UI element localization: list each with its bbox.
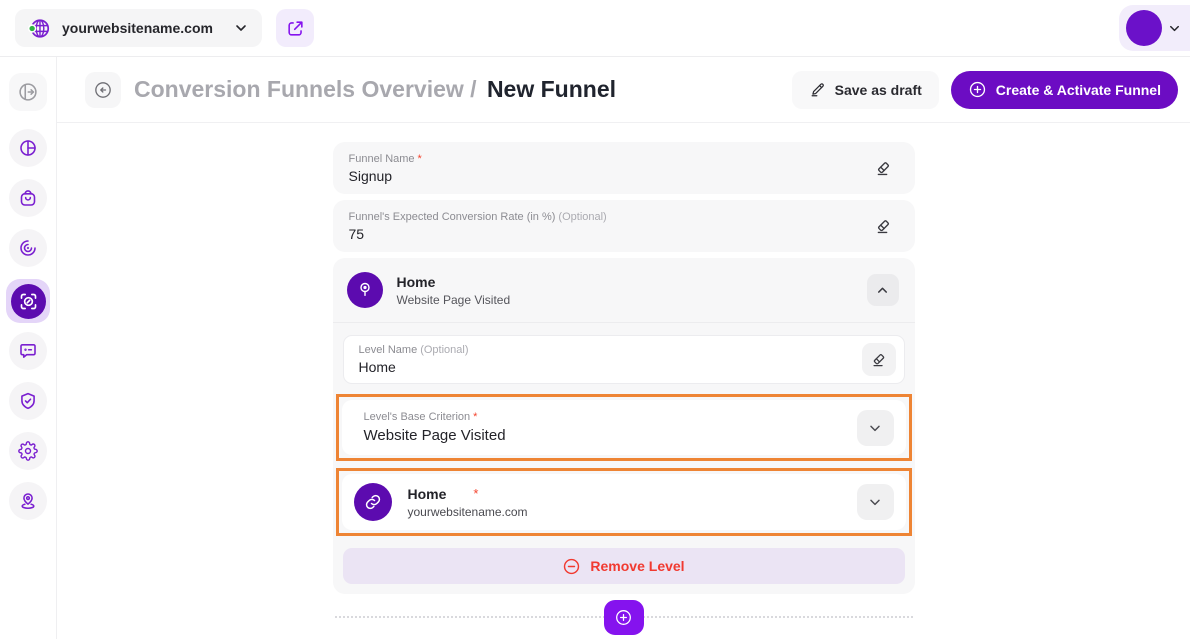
sidebar-item-dashboard[interactable]	[9, 129, 47, 167]
chevron-down-icon	[1167, 21, 1182, 36]
level-name-field[interactable]: Level Name(Optional) Home	[343, 335, 905, 384]
level-name-label: Level Name(Optional)	[359, 344, 862, 356]
plus-circle-icon	[968, 80, 987, 99]
expected-rate-field[interactable]: Funnel's Expected Conversion Rate (in %)…	[333, 200, 915, 252]
sidebar-item-behaviour[interactable]	[9, 229, 47, 267]
sidebar-item-location[interactable]	[9, 482, 47, 520]
chevron-down-icon	[867, 420, 883, 436]
chevron-down-icon	[233, 20, 249, 36]
funnel-name-label: Funnel Name*	[349, 153, 868, 165]
expected-rate-value: 75	[349, 226, 868, 242]
website-globe-icon	[28, 17, 51, 40]
level-card-header[interactable]: Home Website Page Visited	[343, 270, 905, 322]
edit-funnel-name-button[interactable]	[868, 158, 899, 179]
website-selector-value: yourwebsitename.com	[62, 20, 213, 36]
location-pin-icon	[18, 491, 38, 511]
sidebar-item-ecommerce[interactable]	[9, 179, 47, 217]
minus-circle-icon	[562, 557, 581, 576]
chat-bot-icon	[18, 341, 38, 361]
website-selector[interactable]: yourwebsitename.com	[15, 9, 262, 47]
main-area: Conversion Funnels Overview / New Funnel…	[57, 57, 1190, 639]
edit-expected-rate-button[interactable]	[868, 216, 899, 237]
funnel-form: Funnel Name* Signup Funnel's Expect	[57, 123, 1190, 639]
sidebar-item-settings[interactable]	[9, 432, 47, 470]
required-mark: *	[473, 486, 478, 501]
plus-circle-icon	[614, 608, 633, 627]
collapse-level-button[interactable]	[867, 274, 899, 306]
expected-rate-label: Funnel's Expected Conversion Rate (in %)…	[349, 211, 868, 223]
funnel-name-field[interactable]: Funnel Name* Signup	[333, 142, 915, 194]
shopping-bag-icon	[18, 188, 38, 208]
shield-check-icon	[18, 391, 38, 411]
pencil-icon	[809, 81, 826, 98]
sidebar-item-conversion-funnels[interactable]	[6, 279, 50, 323]
pin-marker-icon	[355, 280, 375, 300]
create-activate-funnel-label: Create & Activate Funnel	[996, 82, 1161, 98]
save-as-draft-button[interactable]: Save as draft	[792, 71, 939, 109]
breadcrumb[interactable]: Conversion Funnels Overview /	[134, 76, 477, 102]
pie-chart-icon	[18, 138, 38, 158]
open-website-button[interactable]	[276, 9, 314, 47]
edit-level-name-button[interactable]	[862, 343, 896, 376]
save-as-draft-label: Save as draft	[835, 82, 922, 98]
avatar	[1126, 10, 1162, 46]
base-criterion-dropdown-button[interactable]	[857, 410, 894, 446]
chevron-up-icon	[875, 283, 890, 298]
remove-level-button[interactable]: Remove Level	[343, 548, 905, 584]
add-level-separator	[333, 600, 915, 639]
page-select[interactable]: Home * yourwebsitename.com	[342, 474, 906, 530]
eraser-edit-icon	[874, 159, 893, 178]
level-title: Home	[397, 274, 867, 290]
base-criterion-select[interactable]: Level's Base Criterion* Website Page Vis…	[342, 400, 906, 455]
base-criterion-label: Level's Base Criterion*	[364, 411, 857, 423]
topbar: yourwebsitename.com	[0, 0, 1190, 57]
level-name-value: Home	[359, 359, 862, 375]
back-button[interactable]	[85, 72, 121, 108]
add-level-button[interactable]	[604, 600, 644, 635]
remove-level-label: Remove Level	[590, 558, 684, 574]
page-title-current: New Funnel	[487, 76, 616, 102]
sidebar-item-privacy[interactable]	[9, 382, 47, 420]
chevron-down-icon	[867, 494, 883, 510]
sidebar-collapse-button[interactable]	[9, 73, 47, 111]
page-select-domain: yourwebsitename.com	[408, 505, 857, 519]
back-icon	[93, 80, 113, 100]
funnel-name-value: Signup	[349, 168, 868, 184]
base-criterion-value: Website Page Visited	[364, 427, 857, 444]
page-title: Conversion Funnels Overview / New Funnel	[134, 76, 616, 103]
level-card: Home Website Page Visited	[333, 258, 915, 594]
radar-icon	[18, 238, 38, 258]
funnel-target-icon	[18, 291, 39, 312]
required-mark: *	[473, 411, 477, 423]
annotation-highlight-page: Home * yourwebsitename.com	[336, 468, 912, 536]
sidebar-collapse-icon	[17, 81, 39, 103]
page-header: Conversion Funnels Overview / New Funnel…	[57, 57, 1190, 123]
eraser-edit-icon	[874, 217, 893, 236]
divider	[333, 322, 915, 323]
optional-mark: (Optional)	[420, 344, 468, 356]
optional-mark: (Optional)	[558, 211, 606, 223]
create-activate-funnel-button[interactable]: Create & Activate Funnel	[951, 71, 1178, 109]
eraser-edit-icon	[870, 351, 888, 369]
page-select-dropdown-button[interactable]	[857, 484, 894, 520]
page-select-value: Home	[408, 486, 447, 502]
level-subtitle: Website Page Visited	[397, 293, 867, 307]
settings-gear-icon	[18, 441, 38, 461]
required-mark: *	[418, 153, 422, 165]
link-icon	[364, 493, 382, 511]
sidebar-item-assistant[interactable]	[9, 332, 47, 370]
annotation-highlight-criterion: Level's Base Criterion* Website Page Vis…	[336, 394, 912, 461]
sidebar-nav	[0, 57, 57, 639]
external-link-icon	[286, 19, 305, 38]
account-menu[interactable]	[1119, 5, 1190, 51]
